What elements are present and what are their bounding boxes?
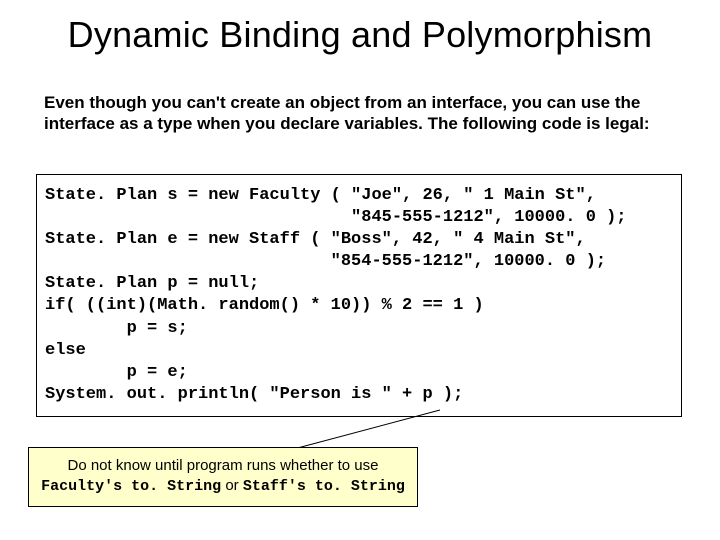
- slide: Dynamic Binding and Polymorphism Even th…: [0, 0, 720, 540]
- callout-mono-staff: Staff's to. String: [243, 478, 405, 495]
- callout-box: Do not know until program runs whether t…: [28, 447, 418, 507]
- callout-mono-faculty: Faculty's to. String: [41, 478, 221, 495]
- intro-text: Even though you can't create an object f…: [44, 92, 674, 135]
- slide-title: Dynamic Binding and Polymorphism: [0, 14, 720, 56]
- callout-mid: or: [221, 477, 243, 494]
- callout-line1: Do not know until program runs whether t…: [68, 457, 379, 474]
- code-block: State. Plan s = new Faculty ( "Joe", 26,…: [36, 174, 682, 417]
